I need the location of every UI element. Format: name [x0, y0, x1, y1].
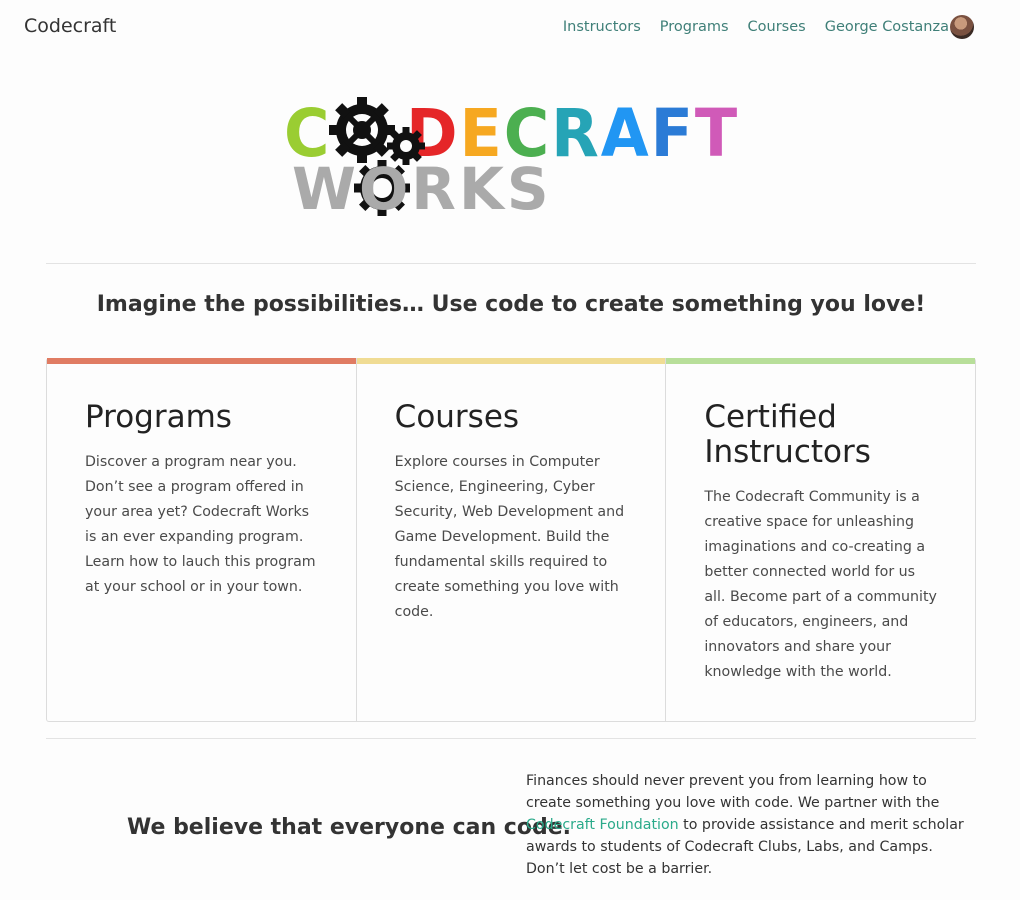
believe-heading: We believe that everyone can code. — [127, 815, 571, 840]
codecraft-works-logo: CDECRAFT WORKS — [284, 96, 738, 220]
nav-link-instructors[interactable]: Instructors — [563, 14, 641, 40]
logo-letter: R — [551, 96, 599, 172]
tagline: Imagine the possibilities… Use code to c… — [96, 292, 926, 317]
nav-links: Instructors Programs Courses George Cost… — [563, 14, 974, 40]
logo-letter: T — [695, 96, 738, 172]
user-menu[interactable]: George Costanza — [825, 14, 974, 40]
navbar: Codecraft Instructors Programs Courses G… — [0, 0, 1020, 54]
card-text: The Codecraft Community is a creative sp… — [704, 489, 937, 680]
card-text: Discover a program near you. Don’t see a… — [85, 454, 316, 595]
brand-link[interactable]: Codecraft — [24, 15, 116, 37]
card-programs: Programs Discover a program near you. Do… — [47, 358, 356, 721]
card-courses: Courses Explore courses in Computer Scie… — [355, 358, 666, 721]
logo-works-text: WORKS — [292, 155, 552, 220]
card-certified-instructors: Certified Instructors The Codecraft Comm… — [665, 358, 976, 721]
feature-cards: Programs Discover a program near you. Do… — [46, 358, 976, 722]
logo-letter: F — [651, 96, 693, 172]
card-text: Explore courses in Computer Science, Eng… — [394, 454, 625, 620]
card-title: Programs — [85, 399, 232, 435]
avatar — [950, 15, 974, 39]
card-title: Courses — [394, 399, 520, 435]
finance-text-before: Finances should never prevent you from l… — [526, 773, 940, 811]
finance-text: Finances should never prevent you from l… — [526, 770, 966, 880]
divider — [46, 738, 976, 739]
card-title: Certified Instructors — [704, 399, 871, 470]
logo-letter: A — [601, 96, 649, 172]
codecraft-foundation-link[interactable]: Codecraft Foundation — [526, 817, 679, 833]
divider — [46, 263, 976, 264]
nav-link-programs[interactable]: Programs — [660, 14, 729, 40]
nav-link-courses[interactable]: Courses — [748, 14, 806, 40]
user-name: George Costanza — [824, 19, 949, 35]
